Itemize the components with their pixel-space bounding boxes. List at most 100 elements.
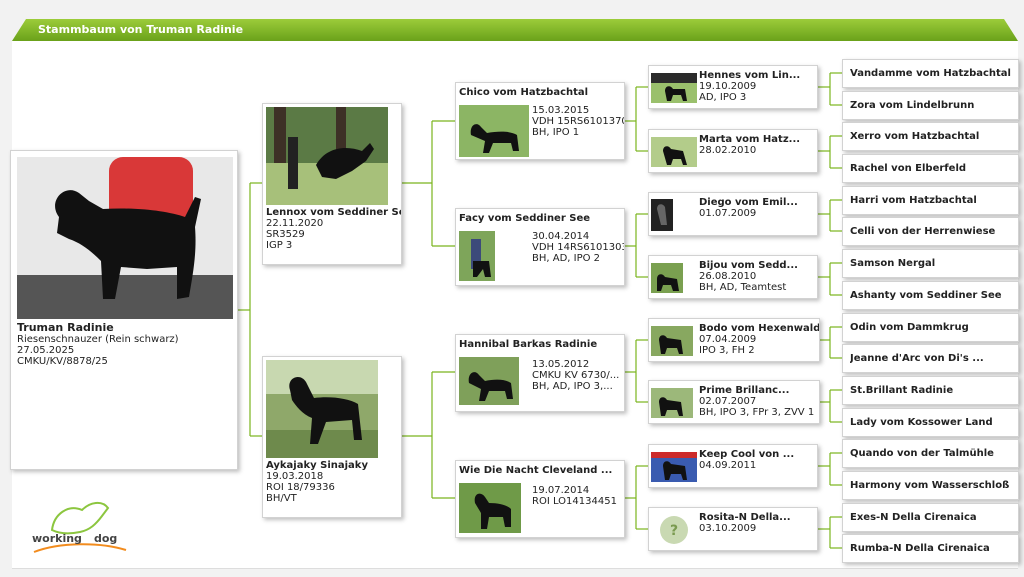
great-grandparent-name: Hennes vom Lin... [699,70,801,81]
dam-info-3: BH/VT [266,493,297,504]
great-grandparent-info-1: 04.09.2011 [699,460,757,471]
great-grandparent-card[interactable]: Prime Brillanc... 02.07.2007 BH, IPO 3, … [648,380,820,424]
gen4-card[interactable]: Exes-N Della Cirenaica [842,503,1019,532]
gen4-name: Quando von der Talmühle [850,448,994,459]
great-grandparent-card[interactable]: Marta vom Hatz... 28.02.2010 [648,129,818,173]
great-grandparent-photo [651,199,673,231]
great-grandparent-photo [651,326,693,356]
grandparent-info-2: VDH 15RS61013708 [532,116,625,127]
great-grandparent-photo [651,388,693,418]
gen4-name: Odin vom Dammkrug [850,322,969,333]
great-grandparent-name: Rosita-N Della... [699,512,791,523]
grandparent-photo [459,483,521,533]
great-grandparent-info-2: BH, IPO 3, FPr 3, ZVV 1 [699,407,815,418]
dam-photo [266,360,378,458]
great-grandparent-card[interactable]: ? Rosita-N Della... 03.10.2009 [648,507,818,551]
great-grandparent-card[interactable]: Bodo vom Hexenwald 07.04.2009 IPO 3, FH … [648,318,820,362]
grandparent-info-2: CMKU KV 6730/... [532,370,620,381]
great-grandparent-info-2: AD, IPO 3 [699,92,747,103]
great-grandparent-photo [651,137,697,167]
gen4-card[interactable]: Rachel von Elberfeld [842,154,1019,183]
grandparent-info-3: BH, AD, IPO 2 [532,253,601,264]
gen4-card[interactable]: Harri vom Hatzbachtal [842,186,1019,215]
sire-info-1: 22.11.2020 [266,218,324,229]
great-grandparent-name: Prime Brillanc... [699,385,790,396]
subject-date: 27.05.2025 [17,345,75,356]
grandparent-info-2: ROI LO14134451 [532,496,617,507]
sire-name: Lennox vom Seddiner See [266,207,402,218]
gen4-card[interactable]: Vandamme vom Hatzbachtal [842,59,1019,88]
gen4-name: Xerro vom Hatzbachtal [850,131,980,142]
svg-text:?: ? [670,523,678,539]
gen4-name: St.Brillant Radinie [850,385,954,396]
great-grandparent-photo [651,263,683,293]
great-grandparent-card[interactable]: Diego vom Emil... 01.07.2009 [648,192,818,236]
great-grandparent-name: Bodo vom Hexenwald [699,323,820,334]
subject-photo [17,157,233,319]
great-grandparent-card[interactable]: Keep Cool von ... 04.09.2011 [648,444,818,488]
great-grandparent-info-1: 26.08.2010 [699,271,757,282]
gen4-card[interactable]: Celli von der Herrenwiese [842,217,1019,246]
grandparent-card[interactable]: Chico vom Hatzbachtal 15.03.2015 VDH 15R… [455,82,625,160]
dam-name: Aykajaky Sinajaky [266,460,368,471]
gen4-card[interactable]: Harmony vom Wasserschloß [842,471,1019,500]
gen4-card[interactable]: Lady vom Kossower Land [842,408,1019,437]
grandparent-info-1: 15.03.2015 [532,105,590,116]
logo-word-2: dog [94,532,117,545]
grandparent-name: Hannibal Barkas Radinie [459,339,598,350]
great-grandparent-card[interactable]: Hennes vom Lin... 19.10.2009 AD, IPO 3 [648,65,818,109]
dam-info-2: ROI 18/79336 [266,482,335,493]
grandparent-card[interactable]: Hannibal Barkas Radinie 13.05.2012 CMKU … [455,334,625,412]
gen4-card[interactable]: Zora vom Lindelbrunn [842,91,1019,120]
gen4-card[interactable]: Xerro vom Hatzbachtal [842,122,1019,151]
subject-registration: CMKU/KV/8878/25 [17,356,108,367]
gen4-name: Rumba-N Della Cirenaica [850,543,990,554]
gen4-card[interactable]: Rumba-N Della Cirenaica [842,534,1019,563]
grandparent-info-1: 19.07.2014 [532,485,590,496]
grandparent-photo [459,231,495,281]
great-grandparent-name: Marta vom Hatz... [699,134,801,145]
grandparent-info-1: 30.04.2014 [532,231,590,242]
great-grandparent-info-1: 02.07.2007 [699,396,757,407]
great-grandparent-photo [651,73,697,103]
gen4-name: Jeanne d'Arc von Di's ... [850,353,984,364]
dam-info-1: 19.03.2018 [266,471,324,482]
gen4-name: Ashanty vom Seddiner See [850,290,1002,301]
gen4-name: Samson Nergal [850,258,936,269]
grandparent-name: Wie Die Nacht Cleveland ... [459,465,613,476]
gen4-name: Celli von der Herrenwiese [850,226,996,237]
sire-info-3: IGP 3 [266,240,293,251]
gen4-name: Lady vom Kossower Land [850,417,993,428]
grandparent-info-3: BH, AD, IPO 3,... [532,381,613,392]
gen4-name: Exes-N Della Cirenaica [850,512,977,523]
great-grandparent-info-1: 07.04.2009 [699,334,757,345]
gen4-card[interactable]: Jeanne d'Arc von Di's ... [842,344,1019,373]
grandparent-card[interactable]: Wie Die Nacht Cleveland ... 19.07.2014 R… [455,460,625,538]
gen4-name: Rachel von Elberfeld [850,163,967,174]
logo-word-1: working [32,532,82,545]
dog-logo-icon: working dog [32,502,127,553]
gen4-card[interactable]: Ashanty vom Seddiner See [842,281,1019,310]
gen4-card[interactable]: St.Brillant Radinie [842,376,1019,405]
great-grandparent-card[interactable]: Bijou vom Sedd... 26.08.2010 BH, AD, Tea… [648,255,818,299]
gen4-name: Harmony vom Wasserschloß [850,480,1010,491]
grandparent-name: Facy vom Seddiner See [459,213,591,224]
subject-card[interactable]: Truman Radinie Riesenschnauzer (Rein sch… [10,150,238,470]
sire-card[interactable]: Lennox vom Seddiner See 22.11.2020 SR352… [262,103,402,265]
grandparent-photo [459,105,529,157]
great-grandparent-info-1: 01.07.2009 [699,208,757,219]
great-grandparent-info-1: 03.10.2009 [699,523,757,534]
grandparent-card[interactable]: Facy vom Seddiner See 30.04.2014 VDH 14R… [455,208,625,286]
gen4-card[interactable]: Quando von der Talmühle [842,439,1019,468]
subject-breed: Riesenschnauzer (Rein schwarz) [17,334,179,345]
gen4-card[interactable]: Odin vom Dammkrug [842,313,1019,342]
grandparent-name: Chico vom Hatzbachtal [459,87,589,98]
great-grandparent-info-2: BH, AD, Teamtest [699,282,787,293]
grandparent-info-1: 13.05.2012 [532,359,590,370]
gen4-card[interactable]: Samson Nergal [842,249,1019,278]
dam-card[interactable]: Aykajaky Sinajaky 19.03.2018 ROI 18/7933… [262,356,402,518]
grandparent-info-2: VDH 14RS61013035 [532,242,625,253]
great-grandparent-name: Keep Cool von ... [699,449,795,460]
gen4-name: Vandamme vom Hatzbachtal [850,68,1011,79]
great-grandparent-photo [651,452,697,482]
